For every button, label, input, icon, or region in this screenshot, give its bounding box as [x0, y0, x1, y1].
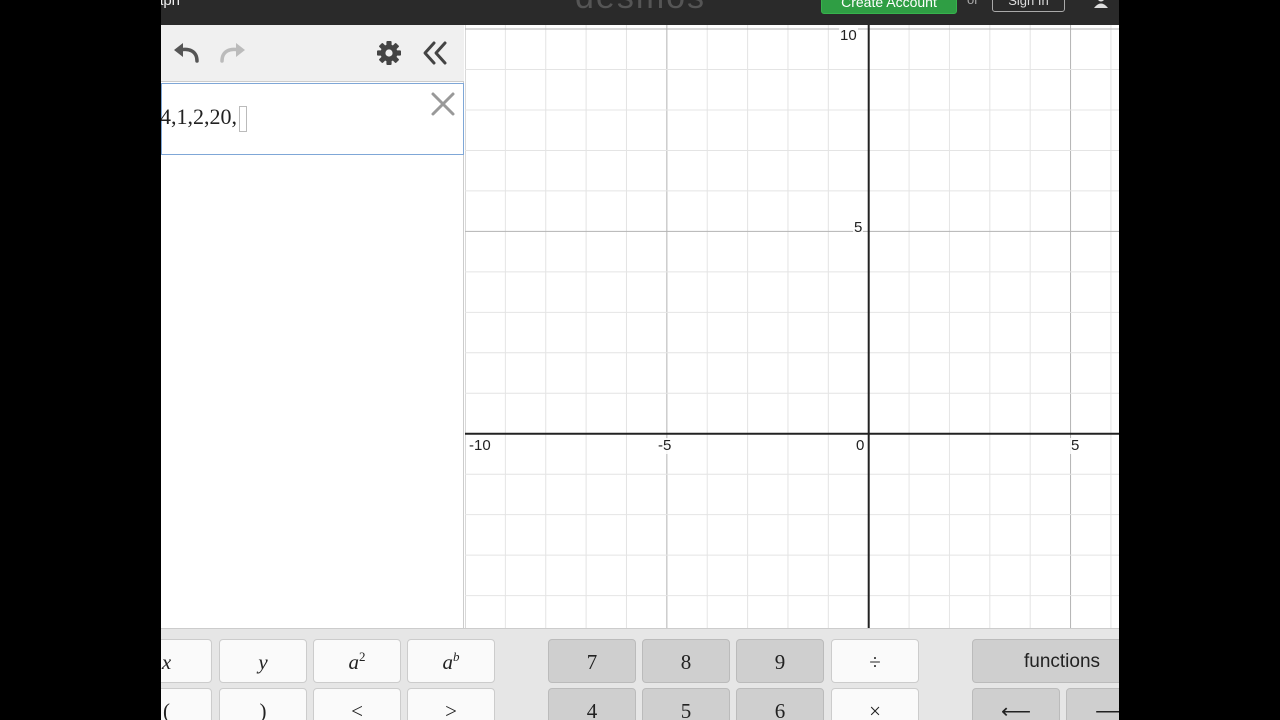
or-text: or [967, 0, 979, 7]
close-icon[interactable] [429, 90, 457, 118]
gear-icon[interactable] [373, 39, 405, 67]
key-y[interactable]: y [219, 639, 307, 683]
expression-panel: 4,1,2,20, [161, 25, 464, 628]
key-8[interactable]: 8 [642, 639, 730, 683]
y-tick-label: 10 [839, 27, 858, 44]
redo-icon[interactable] [216, 39, 248, 67]
key-right-paren[interactable]: ) [219, 688, 307, 720]
left-arrow-icon: ⟵ [1000, 699, 1032, 720]
key-x[interactable]: x [161, 639, 212, 683]
collapse-panel-icon[interactable] [419, 39, 451, 67]
key-a-base: a [442, 650, 454, 674]
graph-title[interactable]: aph [161, 0, 180, 9]
key-6[interactable]: 6 [736, 688, 824, 720]
undo-icon[interactable] [171, 39, 203, 67]
expression-input[interactable]: 4,1,2,20, [161, 104, 247, 132]
header-bar: aph desmos Create Account or Sign In [161, 0, 1119, 25]
key-a-power-b[interactable]: ab [407, 639, 495, 683]
key-left-paren[interactable]: ( [161, 688, 212, 720]
right-arrow-icon: ⟶ [1095, 699, 1119, 720]
key-7[interactable]: 7 [548, 639, 636, 683]
desmos-logo: desmos [575, 0, 706, 17]
sign-in-button[interactable]: Sign In [992, 0, 1065, 12]
y-tick-label: 5 [853, 219, 864, 236]
x-tick-label: 5 [1070, 437, 1081, 454]
arrow-right-key[interactable]: ⟶ [1066, 688, 1119, 720]
expression-toolbar [161, 25, 464, 82]
key-divide[interactable]: ÷ [831, 639, 919, 683]
graph-paper[interactable]: 10 5 -10 -5 0 5 [465, 25, 1119, 628]
key-a-squared[interactable]: a2 [313, 639, 401, 683]
graph-grid [465, 25, 1119, 628]
functions-button[interactable]: functions [972, 639, 1119, 683]
key-exponent: b [453, 649, 460, 664]
key-times[interactable]: × [831, 688, 919, 720]
key-a-base: a [348, 650, 360, 674]
arrow-left-key[interactable]: ⟵ [972, 688, 1060, 720]
key-greater-than[interactable]: > [407, 688, 495, 720]
x-tick-label: -5 [657, 437, 673, 454]
expression-cursor-placeholder [239, 105, 247, 132]
key-less-than[interactable]: < [313, 688, 401, 720]
create-account-button[interactable]: Create Account [821, 0, 957, 14]
x-tick-label: -10 [468, 437, 492, 454]
key-exponent: 2 [359, 649, 366, 664]
expression-text: 4,1,2,20, [161, 104, 237, 129]
key-4[interactable]: 4 [548, 688, 636, 720]
expression-item[interactable]: 4,1,2,20, [161, 83, 464, 155]
key-5[interactable]: 5 [642, 688, 730, 720]
key-9[interactable]: 9 [736, 639, 824, 683]
desmos-app: aph desmos Create Account or Sign In [161, 0, 1119, 720]
origin-label: 0 [855, 437, 866, 454]
keypad: x y a2 ab 7 8 9 ÷ functions ( ) < > 4 5 … [161, 628, 1119, 720]
user-icon[interactable] [1093, 0, 1109, 8]
